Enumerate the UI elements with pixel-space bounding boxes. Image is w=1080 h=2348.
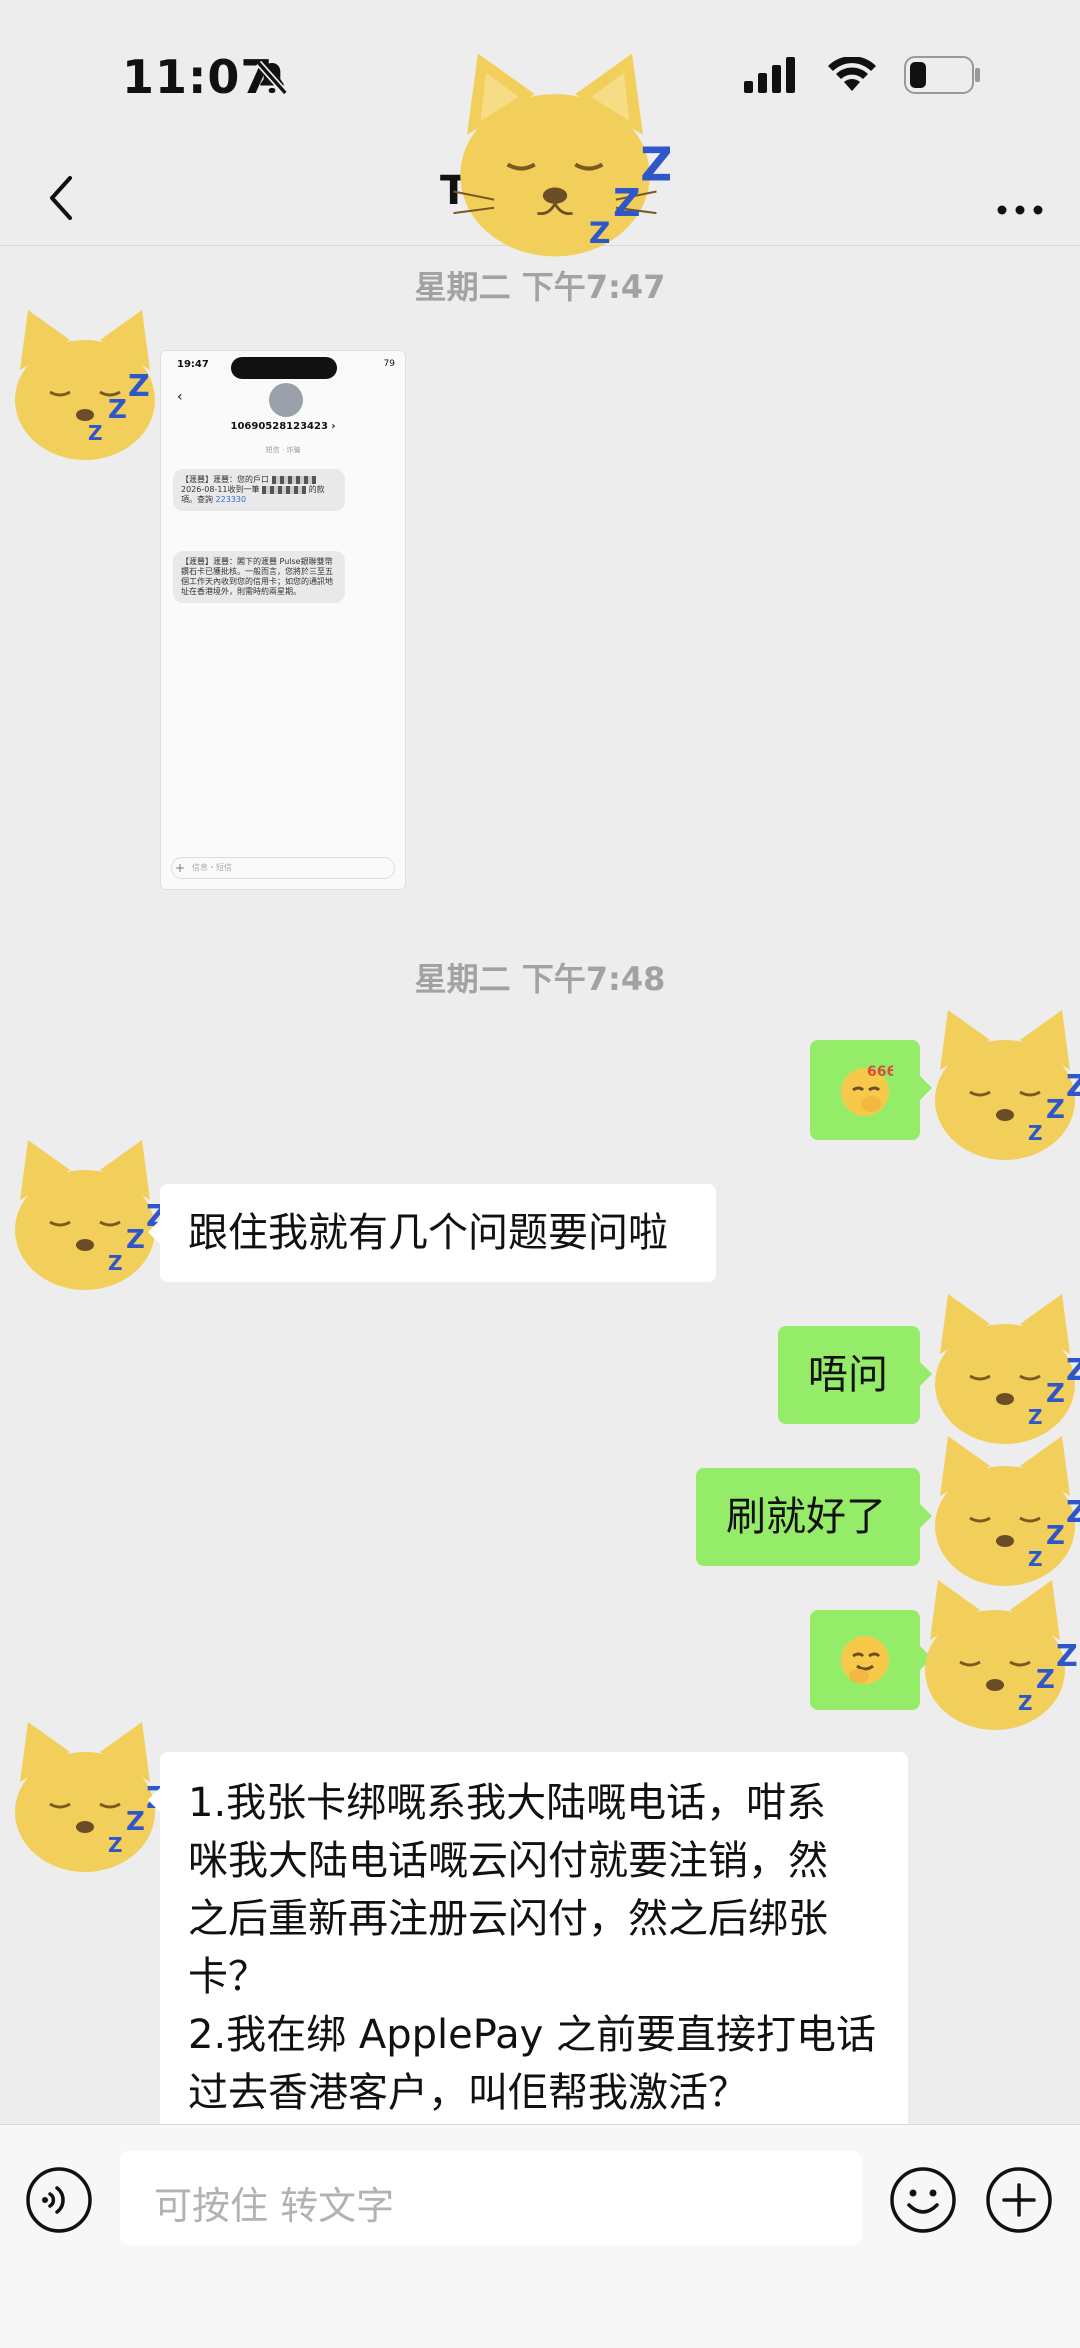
message-text: 1.我张卡绑嘅系我大陆嘅电话，咁系 咪我大陆电话嘅云闪付就要注销，然 之后重新再… — [188, 1780, 876, 2116]
svg-text:Z: Z — [1066, 1069, 1080, 1104]
svg-text:Z: Z — [1046, 1095, 1065, 1125]
svg-text:Z: Z — [128, 369, 150, 404]
emoji-giggle-icon — [841, 1636, 889, 1684]
mini-notch — [231, 357, 337, 379]
svg-text:Z: Z — [126, 1807, 145, 1837]
emoji-666-icon: 666 — [841, 1064, 893, 1116]
mini-sms-link: 223330 — [215, 495, 247, 504]
mini-sms-2: 【滙豐】滙豐：閣下的滙豐 Pulse銀聯雙幣鑽石卡已獲批核。一般而言，您將於三至… — [173, 551, 345, 603]
signal-icon — [744, 57, 795, 93]
mini-redaction — [271, 475, 316, 484]
more-dots-icon[interactable] — [988, 168, 1052, 228]
contact-avatar[interactable]: Z Z Z — [440, 40, 670, 270]
timestamp: 星期二 下午7:48 — [414, 960, 666, 998]
svg-text:Z: Z — [1066, 1495, 1080, 1530]
chat-input-bar: 可按住 转文字 — [0, 2124, 1080, 2348]
input-placeholder: 可按住 转文字 — [154, 2184, 395, 2228]
mini-sms-1: 【滙豐】滙豐：您的戶口 2026-08-11收到一筆 的款項。查詢 223330 — [173, 469, 345, 511]
self-avatar[interactable]: Z Z Z — [920, 1000, 1080, 1170]
svg-text:Z: Z — [108, 395, 127, 425]
chevron-left-icon[interactable] — [32, 168, 92, 228]
battery-icon — [904, 56, 980, 94]
svg-text:Z: Z — [589, 216, 611, 251]
message-text: 唔问 — [808, 1352, 888, 1398]
mini-sender-number: 10690528123423 › — [230, 421, 336, 432]
svg-text:Z: Z — [88, 421, 103, 445]
svg-text:Z: Z — [1028, 1547, 1043, 1571]
mini-subtitle: 短信 · 诈骗 — [265, 446, 301, 454]
contact-avatar[interactable]: Z Z Z — [0, 1130, 170, 1300]
status-icons — [744, 56, 982, 94]
self-avatar[interactable]: Z Z Z — [910, 1570, 1080, 1740]
plus-icon[interactable] — [984, 2165, 1054, 2235]
svg-text:Z: Z — [108, 1833, 123, 1857]
mini-time: 19:47 — [177, 359, 209, 370]
message-bubble-self[interactable]: 唔问 — [778, 1326, 932, 1424]
status-time: 11:07 — [122, 50, 274, 104]
message-bubble-self[interactable] — [810, 1610, 932, 1710]
mini-input: 信息・短信 — [171, 857, 395, 879]
image-message[interactable]: 19:47 79 ‹ 10690528123423 › 短信 · 诈骗 【滙豐】… — [160, 350, 406, 890]
svg-text:Z: Z — [1046, 1379, 1065, 1409]
contact-avatar[interactable]: Z Z Z — [0, 1712, 170, 1882]
mini-avatar — [269, 383, 303, 417]
message-bubble-other[interactable]: 跟住我就有几个问题要问啦 — [148, 1184, 716, 1282]
message-bubble-self[interactable]: 666 — [810, 1040, 932, 1140]
message-input[interactable]: 可按住 转文字 — [120, 2151, 862, 2245]
svg-text:Z: Z — [1056, 1639, 1078, 1674]
contact-avatar[interactable]: Z Z Z — [0, 300, 170, 470]
smiley-icon[interactable] — [888, 2165, 958, 2235]
message-bubble-self[interactable]: 刷就好了 — [696, 1468, 932, 1566]
bell-slash-icon — [256, 60, 288, 96]
svg-text:Z: Z — [1036, 1665, 1055, 1695]
message-text: 跟住我就有几个问题要问啦 — [188, 1210, 668, 1256]
mini-chevron-left-icon: ‹ — [177, 389, 183, 405]
svg-text:666: 666 — [867, 1064, 893, 1080]
svg-text:Z: Z — [1018, 1691, 1033, 1715]
voice-icon[interactable] — [24, 2165, 94, 2235]
svg-text:Z: Z — [108, 1251, 123, 1275]
mini-battery: 79 — [383, 359, 395, 369]
svg-text:Z: Z — [640, 138, 670, 192]
cat-face-icon — [453, 53, 657, 257]
svg-text:Z: Z — [613, 181, 640, 225]
mini-sms-1-date: 2026-08-11收到一筆 — [181, 485, 260, 494]
mini-redaction — [262, 485, 307, 494]
message-text: 刷就好了 — [726, 1494, 886, 1540]
svg-text:Z: Z — [126, 1225, 145, 1255]
mini-sms-1-text: 【滙豐】滙豐：您的戶口 — [181, 475, 269, 484]
message-bubble-other[interactable]: 1.我张卡绑嘅系我大陆嘅电话，咁系 咪我大陆电话嘅云闪付就要注销，然 之后重新再… — [148, 1752, 908, 2130]
mini-status-bar: 19:47 79 — [161, 355, 405, 379]
wifi-icon — [828, 57, 876, 91]
svg-text:Z: Z — [1028, 1121, 1043, 1145]
svg-text:Z: Z — [1046, 1521, 1065, 1551]
svg-text:Z: Z — [1066, 1353, 1080, 1388]
